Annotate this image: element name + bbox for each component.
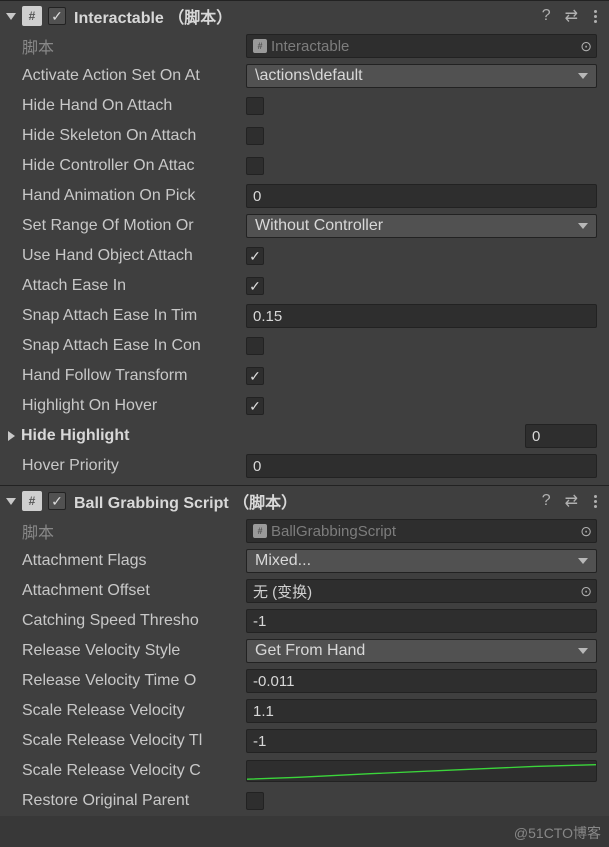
script-icon: # [22,6,42,26]
watermark: @51CTO博客 [514,823,601,843]
object-picker-icon[interactable]: ⊙ [580,583,592,600]
component-ball-grabbing: # Ball Grabbing Script （脚本） ? ⇄ 脚本 # Bal… [0,485,609,816]
script-icon: # [22,491,42,511]
component-header[interactable]: # Interactable （脚本） ? ⇄ [0,1,609,31]
input-snap-ease-time[interactable] [246,304,597,328]
checkbox-hand-follow[interactable] [246,367,264,385]
input-release-velocity-time[interactable] [246,669,597,693]
foldout-icon[interactable] [6,13,16,20]
preset-icon[interactable]: ⇄ [565,6,578,26]
component-header[interactable]: # Ball Grabbing Script （脚本） ? ⇄ [0,486,609,516]
checkbox-hide-controller[interactable] [246,157,264,175]
help-icon[interactable]: ? [542,492,551,510]
label-script: 脚本 [22,519,246,543]
input-scale-release-velocity[interactable] [246,699,597,723]
object-picker-icon[interactable]: ⊙ [580,38,592,55]
script-obj-icon: # [253,39,267,53]
script-name: Interactable [271,38,580,55]
checkbox-attach-ease-in[interactable] [246,277,264,295]
input-hover-priority[interactable] [246,454,597,478]
objfield-attachment-offset[interactable]: 无 (变换) ⊙ [246,579,597,603]
row-hide-highlight: Hide Highlight [0,421,609,451]
label-script: 脚本 [22,34,246,58]
foldout-icon[interactable] [8,431,15,441]
checkbox-snap-ease-con[interactable] [246,337,264,355]
component-title: Ball Grabbing Script （脚本） [74,489,528,513]
row-script: 脚本 # BallGrabbingScript ⊙ [0,516,609,546]
checkbox-highlight-hover[interactable] [246,397,264,415]
help-icon[interactable]: ? [542,7,551,25]
checkbox-hide-hand[interactable] [246,97,264,115]
script-name: BallGrabbingScript [271,523,580,540]
row-script: 脚本 # Interactable ⊙ [0,31,609,61]
chevron-down-icon [578,648,588,654]
dropdown-activate-action[interactable]: \actions\default [246,64,597,88]
dropdown-range-of-motion[interactable]: Without Controller [246,214,597,238]
component-interactable: # Interactable （脚本） ? ⇄ 脚本 # Interactabl… [0,0,609,485]
component-title: Interactable （脚本） [74,4,528,28]
input-catching-speed[interactable] [246,609,597,633]
foldout-icon[interactable] [6,498,16,505]
chevron-down-icon [578,558,588,564]
input-hand-animation[interactable] [246,184,597,208]
chevron-down-icon [578,223,588,229]
row-activate-action: Activate Action Set On At \actions\defau… [0,61,609,91]
script-field[interactable]: # BallGrabbingScript ⊙ [246,519,597,543]
chevron-down-icon [578,73,588,79]
checkbox-use-hand-object[interactable] [246,247,264,265]
dropdown-release-velocity-style[interactable]: Get From Hand [246,639,597,663]
label: Activate Action Set On At [22,67,246,85]
menu-icon[interactable] [592,8,599,25]
preset-icon[interactable]: ⇄ [565,491,578,511]
dropdown-attachment-flags[interactable]: Mixed... [246,549,597,573]
curve-field[interactable] [246,760,597,782]
checkbox-restore-parent[interactable] [246,792,264,810]
object-picker-icon[interactable]: ⊙ [580,523,592,540]
input-scale-release-velocity-t[interactable] [246,729,597,753]
script-obj-icon: # [253,524,267,538]
script-field[interactable]: # Interactable ⊙ [246,34,597,58]
enable-checkbox[interactable] [48,492,66,510]
enable-checkbox[interactable] [48,7,66,25]
checkbox-hide-skeleton[interactable] [246,127,264,145]
input-hide-highlight-size[interactable] [525,424,597,448]
menu-icon[interactable] [592,493,599,510]
